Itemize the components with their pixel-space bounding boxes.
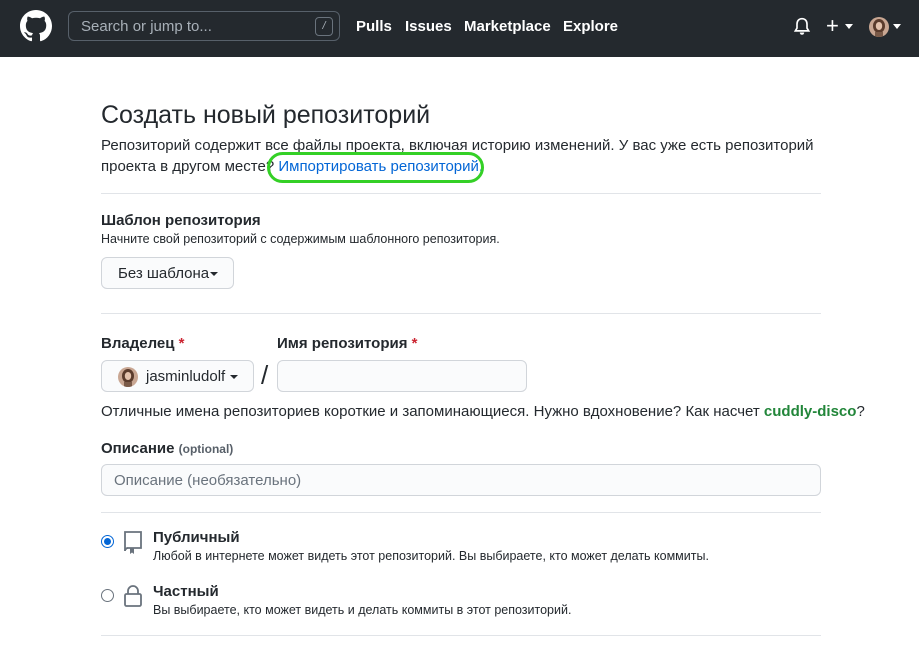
- required-marker: *: [178, 335, 185, 352]
- visibility-private-radio[interactable]: [101, 589, 114, 602]
- chevron-down-icon: [210, 272, 218, 276]
- description-label: Описание (optional): [101, 440, 233, 457]
- visibility-public-desc: Любой в интернете может видеть этот репо…: [153, 549, 709, 563]
- plus-icon[interactable]: +: [826, 14, 839, 38]
- divider: [101, 193, 821, 194]
- repo-icon: [124, 531, 142, 554]
- avatar: [118, 367, 138, 387]
- template-note: Начните свой репозиторий с содержимым ша…: [101, 232, 500, 246]
- repo-name-label-text: Имя репозитория: [277, 335, 408, 352]
- lock-icon: [124, 585, 142, 607]
- optional-tag: (optional): [178, 442, 234, 456]
- repo-name-label: Имя репозитория *: [277, 335, 417, 352]
- description-placeholder: Описание (необязательно): [114, 472, 302, 489]
- divider: [101, 313, 821, 314]
- repo-name-hint: Отличные имена репозиториев короткие и з…: [101, 403, 865, 420]
- nav-explore[interactable]: Explore: [563, 18, 618, 35]
- owner-label-text: Владелец: [101, 335, 175, 352]
- template-select-button[interactable]: Без шаблона: [101, 257, 234, 289]
- template-select-label: Без шаблона: [118, 265, 210, 282]
- visibility-public-radio[interactable]: [101, 535, 114, 548]
- visibility-public-title: Публичный: [153, 529, 240, 546]
- visibility-private-title: Частный: [153, 583, 219, 600]
- repo-name-input[interactable]: [277, 360, 527, 392]
- page-title: Создать новый репозиторий: [101, 101, 431, 129]
- search-input[interactable]: Search or jump to... /: [68, 11, 340, 41]
- github-logo[interactable]: [20, 10, 52, 42]
- nav-pulls[interactable]: Pulls: [356, 18, 392, 35]
- user-avatar[interactable]: [869, 17, 889, 37]
- required-marker: *: [411, 335, 418, 352]
- nav-issues[interactable]: Issues: [405, 18, 452, 35]
- divider: [101, 512, 821, 513]
- hint-text: Отличные имена репозиториев короткие и з…: [101, 403, 760, 420]
- owner-name: jasminludolf: [146, 368, 226, 385]
- owner-repo-separator: /: [261, 360, 269, 390]
- search-shortcut-key: /: [315, 17, 333, 36]
- description-input[interactable]: Описание (необязательно): [101, 464, 821, 496]
- plus-caret-icon[interactable]: [845, 24, 853, 29]
- nav-marketplace[interactable]: Marketplace: [464, 18, 551, 35]
- owner-select-button[interactable]: jasminludolf: [101, 360, 254, 392]
- global-header: Search or jump to... / Pulls Issues Mark…: [0, 0, 919, 57]
- divider: [101, 635, 821, 636]
- owner-label: Владелец *: [101, 335, 184, 352]
- description-label-text: Описание: [101, 440, 175, 457]
- import-link-highlight: [267, 152, 484, 183]
- bell-icon[interactable]: [793, 17, 811, 37]
- hint-end: ?: [856, 403, 865, 420]
- name-suggestion[interactable]: cuddly-disco: [764, 403, 857, 420]
- search-placeholder: Search or jump to...: [81, 18, 212, 35]
- visibility-private-desc: Вы выбираете, кто может видеть и делать …: [153, 603, 572, 617]
- avatar-caret-icon[interactable]: [893, 24, 901, 29]
- template-label: Шаблон репозитория: [101, 212, 261, 229]
- chevron-down-icon: [230, 375, 238, 379]
